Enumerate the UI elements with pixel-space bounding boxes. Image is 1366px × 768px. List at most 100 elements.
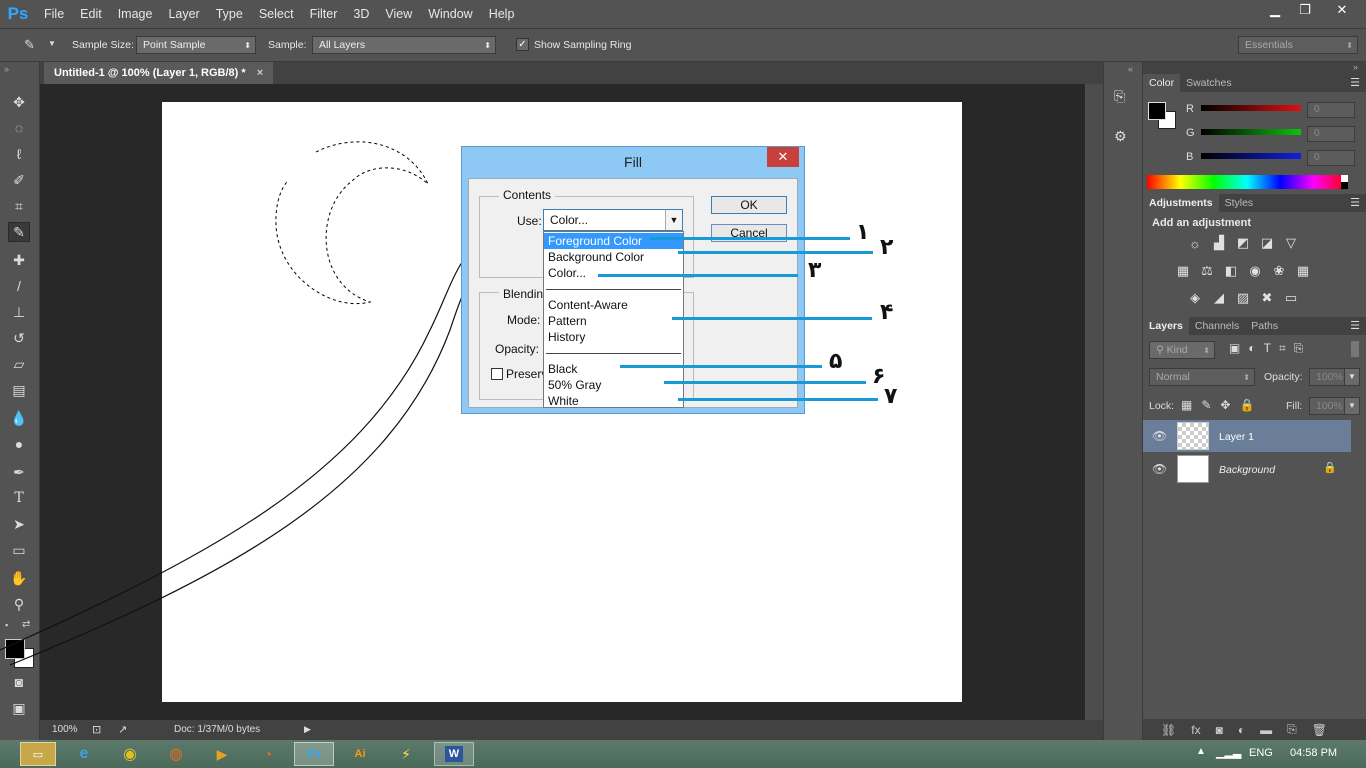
g-value[interactable]: 0 <box>1307 126 1355 142</box>
b-value[interactable]: 0 <box>1307 150 1355 166</box>
clock[interactable]: 04:58 PM <box>1290 747 1337 759</box>
history-panel-icon[interactable]: ⎘ <box>1114 88 1134 108</box>
color-balance-icon[interactable]: ⚖ <box>1199 263 1215 278</box>
shape-filter-icon[interactable]: ⌗ <box>1279 341 1286 356</box>
share-icon[interactable]: ↗ <box>118 723 127 736</box>
media-player-icon[interactable]: ▶ <box>204 742 240 766</box>
option-content-aware[interactable]: Content-Aware <box>544 297 683 313</box>
panel-menu-icon[interactable]: ☰ <box>1350 194 1366 212</box>
image-filter-icon[interactable]: ▣ <box>1229 341 1240 356</box>
brightness-icon[interactable]: ☼ <box>1187 236 1203 251</box>
layer-row-layer1[interactable]: 👁 Layer 1 <box>1143 420 1351 452</box>
chrome-icon[interactable]: ◉ <box>112 742 148 766</box>
dialog-close-button[interactable]: ✕ <box>767 147 799 167</box>
word-taskbar-icon[interactable]: W <box>434 742 474 766</box>
lock-pixels-icon[interactable]: ✎ <box>1201 398 1211 412</box>
tab-layers[interactable]: Layers <box>1143 317 1189 335</box>
invert-icon[interactable]: ◈ <box>1187 290 1203 305</box>
eye-icon[interactable]: 👁 <box>1152 429 1167 443</box>
language-indicator[interactable]: ENG <box>1249 747 1273 759</box>
option-foreground-color[interactable]: Foreground Color <box>544 233 683 249</box>
color-spectrum[interactable] <box>1147 175 1347 189</box>
lock-transparency-icon[interactable]: ▦ <box>1181 398 1192 412</box>
panel-menu-icon[interactable]: ☰ <box>1350 74 1366 92</box>
tab-channels[interactable]: Channels <box>1189 317 1245 335</box>
option-pattern[interactable]: Pattern <box>544 313 683 329</box>
new-layer-icon[interactable]: ⎘ <box>1287 722 1297 737</box>
chevron-down-icon[interactable]: ▼ <box>665 210 682 230</box>
option-background-color[interactable]: Background Color <box>544 249 683 265</box>
trash-icon[interactable]: 🗑 <box>1312 723 1327 737</box>
tab-paths[interactable]: Paths <box>1245 317 1284 335</box>
b-gradient[interactable] <box>1201 153 1301 159</box>
smart-object-filter-icon[interactable]: ⎘ <box>1294 341 1304 356</box>
link-layers-icon[interactable]: ⛓ <box>1161 723 1176 737</box>
internet-explorer-icon[interactable]: e <box>66 742 102 766</box>
photoshop-taskbar-icon[interactable]: Ps <box>294 742 334 766</box>
selective-color-icon[interactable]: ✖ <box>1259 290 1275 305</box>
tab-swatches[interactable]: Swatches <box>1180 74 1238 92</box>
kind-filter-select[interactable]: ⚲ Kind ⬍ <box>1149 341 1215 359</box>
layer-name[interactable]: Background <box>1219 464 1275 476</box>
filter-toggle[interactable] <box>1351 341 1359 357</box>
layer-name[interactable]: Layer 1 <box>1219 431 1254 443</box>
black-white-icon[interactable]: ◧ <box>1223 263 1239 278</box>
collapse-icon[interactable]: « <box>1128 64 1133 74</box>
r-slider[interactable]: R 0 <box>1183 102 1358 118</box>
vibrance-icon[interactable]: ▽ <box>1283 235 1299 250</box>
collapse-icon[interactable]: » <box>1353 62 1358 72</box>
option-50-gray[interactable]: 50% Gray <box>544 377 683 393</box>
lock-all-icon[interactable]: 🔒 <box>1239 398 1254 412</box>
blend-mode-select[interactable]: Normal ⬍ <box>1149 368 1255 386</box>
option-color[interactable]: Color... <box>544 265 683 281</box>
status-menu-arrow-icon[interactable]: ▶ <box>304 724 311 735</box>
tray-expand-icon[interactable]: ▲ <box>1196 746 1206 757</box>
tab-color[interactable]: Color <box>1143 74 1181 92</box>
r-gradient[interactable] <box>1201 105 1301 111</box>
channel-mixer-icon[interactable]: ❀ <box>1271 263 1287 278</box>
fill-dropdown-icon[interactable]: ▼ <box>1344 397 1360 415</box>
tab-adjustments[interactable]: Adjustments <box>1143 194 1219 212</box>
threshold-icon[interactable]: ▨ <box>1235 290 1251 305</box>
file-explorer-icon[interactable]: ▭ <box>20 742 56 766</box>
option-white[interactable]: White <box>544 393 683 409</box>
blender-icon[interactable]: ◔ <box>250 742 286 766</box>
status-icon[interactable]: ⊡ <box>92 723 101 736</box>
levels-icon[interactable]: ▟ <box>1211 235 1227 250</box>
tab-styles[interactable]: Styles <box>1219 194 1260 212</box>
option-black[interactable]: Black <box>544 361 683 377</box>
use-select[interactable]: Color... ▼ <box>543 209 683 231</box>
illustrator-taskbar-icon[interactable]: Ai <box>342 742 378 766</box>
gradient-map-icon[interactable]: ▭ <box>1283 290 1299 305</box>
opacity-dropdown-icon[interactable]: ▼ <box>1344 368 1360 386</box>
layer-row-background[interactable]: 👁 Background 🔒 <box>1143 453 1351 485</box>
vlc-icon[interactable]: ⚡ <box>388 742 424 766</box>
g-slider[interactable]: G 0 <box>1183 126 1358 142</box>
b-slider[interactable]: B 0 <box>1183 150 1358 166</box>
posterize-icon[interactable]: ◢ <box>1211 290 1227 305</box>
foreground-color-swatch[interactable] <box>1148 102 1166 120</box>
hue-saturation-icon[interactable]: ▦ <box>1175 263 1191 278</box>
add-mask-icon[interactable]: ◙ <box>1216 723 1223 737</box>
white-swatch[interactable] <box>1341 175 1348 182</box>
type-filter-icon[interactable]: T <box>1264 341 1271 356</box>
lock-position-icon[interactable]: ✥ <box>1220 398 1230 412</box>
black-swatch[interactable] <box>1341 182 1348 189</box>
g-gradient[interactable] <box>1201 129 1301 135</box>
adjustment-filter-icon[interactable]: ◐ <box>1248 341 1255 356</box>
photo-filter-icon[interactable]: ◉ <box>1247 263 1263 278</box>
properties-panel-icon[interactable]: ⚙ <box>1114 128 1134 148</box>
preserve-checkbox[interactable] <box>491 368 503 380</box>
exposure-icon[interactable]: ◪ <box>1259 235 1275 250</box>
panel-menu-icon[interactable]: ☰ <box>1350 317 1366 335</box>
option-history[interactable]: History <box>544 329 683 345</box>
r-value[interactable]: 0 <box>1307 102 1355 118</box>
curves-icon[interactable]: ◩ <box>1235 235 1251 250</box>
zoom-level[interactable]: 100% <box>52 724 78 735</box>
ok-button[interactable]: OK <box>711 196 787 214</box>
new-adjustment-icon[interactable]: ◐ <box>1238 723 1245 737</box>
firefox-icon[interactable]: ◍ <box>158 742 194 766</box>
eye-icon[interactable]: 👁 <box>1152 462 1167 476</box>
fx-icon[interactable]: fx <box>1191 723 1200 737</box>
new-group-icon[interactable]: ▬ <box>1260 723 1272 737</box>
